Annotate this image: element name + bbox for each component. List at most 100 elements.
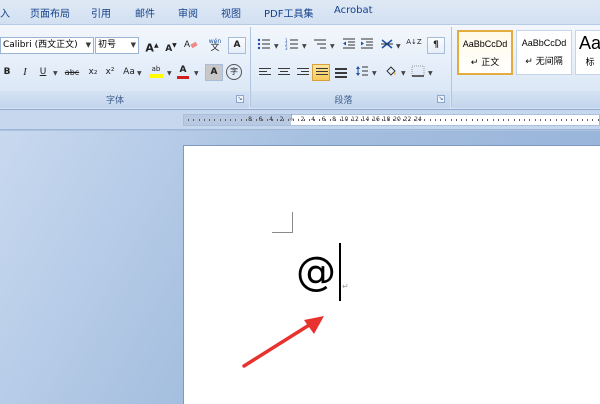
font-name-combo[interactable]: Calibri (西文正文) ▼ bbox=[0, 37, 94, 54]
ruler-tick bbox=[408, 119, 410, 121]
font-size-value: 初号 bbox=[98, 40, 117, 50]
chevron-down-icon[interactable]: ▼ bbox=[274, 43, 279, 50]
ruler-tick bbox=[303, 119, 305, 121]
align-center-button[interactable] bbox=[274, 64, 292, 81]
tab-acrobat[interactable]: Acrobat bbox=[334, 5, 373, 16]
numbering-button[interactable]: 123 bbox=[283, 37, 301, 54]
italic-button[interactable]: I bbox=[16, 64, 34, 81]
indent-marker-icon[interactable]: ⏚ bbox=[288, 113, 295, 123]
ruler-tick bbox=[261, 119, 263, 121]
ruler-tick bbox=[429, 119, 431, 121]
tab-view[interactable]: 视图 bbox=[221, 5, 241, 20]
increase-indent-button[interactable] bbox=[358, 37, 376, 54]
numbering-icon: 123 bbox=[285, 38, 298, 51]
font-color-button[interactable]: A bbox=[174, 64, 192, 81]
chinese-layout-button[interactable] bbox=[378, 37, 396, 54]
decrease-indent-button[interactable] bbox=[340, 37, 358, 54]
justify-button[interactable] bbox=[312, 64, 330, 81]
ruler-tick bbox=[592, 119, 594, 121]
borders-button[interactable] bbox=[409, 64, 427, 81]
decrease-indent-icon bbox=[343, 38, 355, 49]
font-color-icon: A bbox=[179, 65, 187, 75]
paragraph-dialog-launcher-icon[interactable]: ↘ bbox=[437, 95, 445, 103]
align-left-button[interactable] bbox=[255, 64, 273, 81]
chevron-down-icon[interactable]: ▼ bbox=[401, 70, 406, 77]
char-border-icon: A bbox=[233, 40, 241, 50]
font-dialog-launcher-icon[interactable]: ↘ bbox=[236, 95, 244, 103]
align-right-button[interactable] bbox=[293, 64, 311, 81]
underline-button[interactable]: U bbox=[34, 64, 52, 81]
ruler-tick bbox=[571, 119, 573, 121]
tab-page-layout[interactable]: 页面布局 bbox=[30, 5, 70, 20]
ruler-tick bbox=[492, 119, 494, 121]
chevron-down-icon[interactable]: ▼ bbox=[137, 70, 142, 77]
ribbon: Calibri (西文正文) ▼ 初号 ▼ A▲ A▼ A wén 文 A B … bbox=[0, 24, 600, 110]
ruler-tick bbox=[308, 119, 310, 121]
ruler-tick bbox=[230, 119, 231, 121]
ruler-tick bbox=[419, 119, 420, 121]
align-right-icon bbox=[297, 68, 309, 78]
ruler-tick bbox=[482, 119, 483, 121]
svg-text:3: 3 bbox=[285, 46, 288, 50]
line-spacing-icon bbox=[356, 66, 368, 76]
chevron-down-icon[interactable]: ▼ bbox=[53, 70, 58, 77]
style-no-spacing[interactable]: AaBbCcDd ↵ 无间隔 bbox=[516, 30, 572, 75]
show-paragraph-marks-button[interactable]: ¶ bbox=[427, 37, 445, 54]
ruler-tick bbox=[198, 119, 200, 121]
ruler-tick bbox=[508, 119, 510, 121]
document-text[interactable]: @ bbox=[296, 248, 336, 296]
font-name-value: Calibri (西文正文) bbox=[3, 40, 78, 50]
highlight-button[interactable]: ab bbox=[146, 64, 166, 81]
chevron-down-icon[interactable]: ▼ bbox=[396, 43, 401, 50]
chevron-down-icon[interactable]: ▼ bbox=[428, 70, 433, 77]
chevron-down-icon[interactable]: ▼ bbox=[194, 70, 199, 77]
multilevel-list-button[interactable] bbox=[311, 37, 329, 54]
chevron-down-icon[interactable]: ▼ bbox=[302, 43, 307, 50]
tab-insert[interactable]: 入 bbox=[0, 5, 10, 20]
style-normal[interactable]: AaBbCcDd ↵ 正文 bbox=[457, 30, 513, 75]
enclose-characters-button[interactable]: 字 bbox=[226, 64, 242, 80]
ruler-tick bbox=[193, 119, 195, 121]
ruler-tick bbox=[534, 119, 536, 121]
strikethrough-button[interactable]: abc bbox=[60, 64, 84, 81]
tab-references[interactable]: 引用 bbox=[91, 5, 111, 20]
change-case-button[interactable]: Aa bbox=[119, 64, 139, 81]
ruler-tick bbox=[466, 119, 468, 121]
phonetic-guide-button[interactable]: wén 文 bbox=[205, 37, 225, 54]
character-border-button[interactable]: A bbox=[228, 37, 246, 54]
bullets-button[interactable] bbox=[255, 37, 273, 54]
increase-indent-icon bbox=[361, 38, 373, 49]
pilcrow-icon: ¶ bbox=[433, 40, 439, 50]
shading-button[interactable] bbox=[382, 64, 400, 81]
font-size-combo[interactable]: 初号 ▼ bbox=[95, 37, 139, 54]
clear-format-button[interactable]: A bbox=[181, 37, 201, 54]
chevron-down-icon[interactable]: ▼ bbox=[167, 70, 172, 77]
horizontal-ruler[interactable]: ⏚ 8 6 4 2 2 4 6 8 10 12 14 16 18 20 22 24 bbox=[183, 114, 600, 126]
shrink-font-button[interactable]: A▼ bbox=[162, 37, 180, 54]
sort-button[interactable]: A↓Z bbox=[405, 37, 423, 54]
phonetic-icon: 文 bbox=[210, 43, 220, 53]
ruler-tick bbox=[256, 119, 258, 121]
character-shading-button[interactable]: A bbox=[205, 64, 223, 81]
tab-pdf-tools[interactable]: PDF工具集 bbox=[264, 5, 313, 20]
ruler-tick bbox=[224, 119, 226, 121]
superscript-button[interactable]: x² bbox=[101, 64, 119, 81]
bold-button[interactable]: B bbox=[0, 64, 16, 81]
line-spacing-button[interactable] bbox=[353, 64, 371, 81]
chevron-down-icon[interactable]: ▼ bbox=[330, 43, 335, 50]
chevron-down-icon[interactable]: ▼ bbox=[372, 70, 377, 77]
change-case-icon: Aa bbox=[123, 67, 135, 77]
distributed-button[interactable] bbox=[331, 64, 349, 81]
enclose-icon: 字 bbox=[230, 67, 238, 76]
paragraph-mark: ↵ bbox=[342, 282, 349, 291]
tab-mailings[interactable]: 邮件 bbox=[135, 5, 155, 20]
ruler-tick bbox=[513, 119, 515, 121]
annotation-arrow bbox=[242, 316, 324, 368]
chevron-down-icon: ▼ bbox=[130, 41, 136, 49]
style-heading[interactable]: Aa 标 bbox=[575, 30, 600, 75]
grow-font-button[interactable]: A▲ bbox=[143, 37, 161, 55]
tab-review[interactable]: 审阅 bbox=[178, 5, 198, 20]
ruler-tick bbox=[287, 119, 289, 121]
ruler-tick bbox=[487, 119, 489, 121]
subscript-button[interactable]: x₂ bbox=[84, 64, 102, 81]
